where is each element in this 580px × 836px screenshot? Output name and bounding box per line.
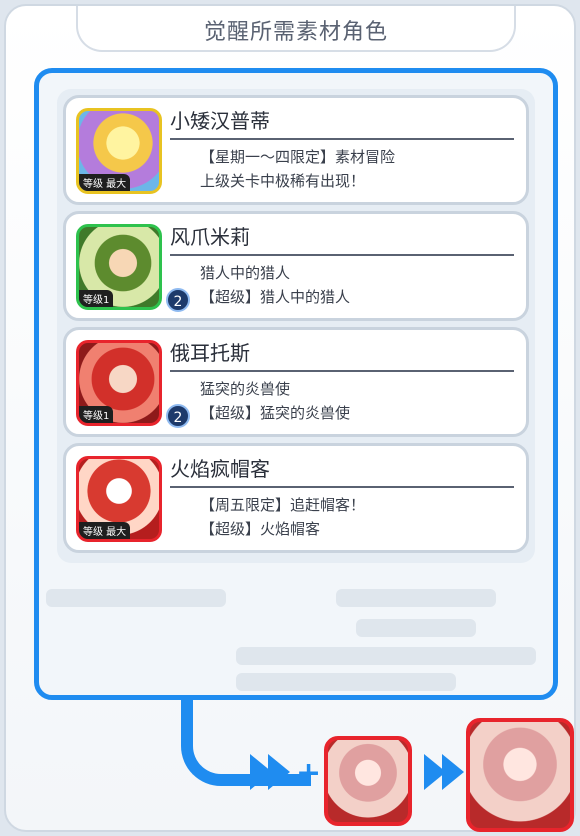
source-line-1: 猎人中的猎人 <box>200 264 291 282</box>
dialog-title: 觉醒所需素材角色 <box>203 20 388 45</box>
character-name: 风爪米莉 <box>170 224 514 256</box>
level-tag: 等级 最大 <box>79 174 131 191</box>
count-badge: 2 <box>166 288 190 312</box>
source-line-1: 【周五限定】追赶帽客！ <box>200 496 366 514</box>
character-name: 俄耳托斯 <box>170 340 514 372</box>
flow-arrow-icon <box>442 754 464 790</box>
awakening-dialog: 觉醒所需素材角色 等级 最大 小矮汉普蒂 【星期一～四限定】素材冒险 上级关卡中… <box>4 4 576 832</box>
character-name: 火焰疯帽客 <box>170 456 514 488</box>
count-badge: 2 <box>166 404 190 428</box>
character-portrait[interactable]: 等级 最大 <box>76 456 162 542</box>
source-line-2: 【超级】猎人中的猎人 <box>200 288 351 306</box>
character-portrait[interactable]: 等级1 <box>76 340 162 426</box>
materials-list: 等级 最大 小矮汉普蒂 【星期一～四限定】素材冒险 上级关卡中极稀有出现！ 等级… <box>57 89 535 563</box>
flow-arrow-icon <box>268 754 290 790</box>
source-line-2: 上级关卡中极稀有出现！ <box>200 172 366 190</box>
awakened-character-portrait[interactable] <box>466 718 574 832</box>
character-portrait[interactable]: 等级1 <box>76 224 162 310</box>
material-card-1[interactable]: 等级 最大 小矮汉普蒂 【星期一～四限定】素材冒险 上级关卡中极稀有出现！ <box>63 95 529 205</box>
faded-background-content <box>36 581 556 691</box>
character-portrait[interactable]: 等级 最大 <box>76 108 162 194</box>
material-card-2[interactable]: 等级1 2 风爪米莉 猎人中的猎人 【超级】猎人中的猎人 <box>63 211 529 321</box>
title-tab: 觉醒所需素材角色 <box>76 6 516 52</box>
character-name: 小矮汉普蒂 <box>170 108 514 140</box>
material-card-3[interactable]: 等级1 2 俄耳托斯 猛突的炎兽使 【超级】猛突的炎兽使 <box>63 327 529 437</box>
source-line-1: 【星期一～四限定】素材冒险 <box>200 148 396 166</box>
level-tag: 等级1 <box>79 406 114 423</box>
source-line-2: 【超级】猛突的炎兽使 <box>200 404 351 422</box>
level-tag: 等级1 <box>79 290 114 307</box>
base-character-portrait[interactable] <box>324 736 412 826</box>
flow-connector <box>181 696 311 786</box>
level-tag: 等级 最大 <box>79 522 131 539</box>
source-line-2: 【超级】火焰帽客 <box>200 520 321 538</box>
material-card-4[interactable]: 等级 最大 火焰疯帽客 【周五限定】追赶帽客！ 【超级】火焰帽客 <box>63 443 529 553</box>
source-line-1: 猛突的炎兽使 <box>200 380 291 398</box>
plus-icon: + <box>296 756 322 791</box>
